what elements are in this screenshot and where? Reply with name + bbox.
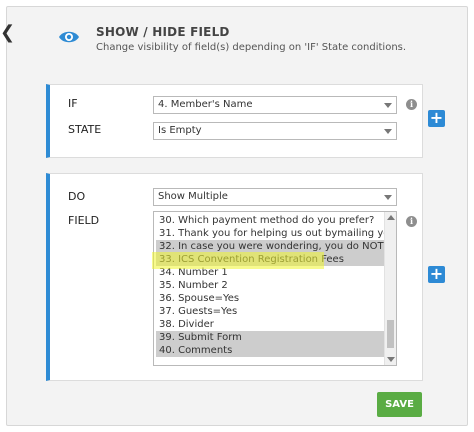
condition-card: IF 4. Member's Name i STATE Is Empty xyxy=(46,84,423,158)
add-action-button[interactable]: + xyxy=(428,266,445,283)
section-header: SHOW / HIDE FIELD Change visibility of f… xyxy=(50,20,450,60)
save-button[interactable]: SAVE xyxy=(377,392,422,417)
field-option[interactable]: 40. Comments xyxy=(156,344,384,357)
field-option[interactable]: 33. ICS Convention Registration Fees xyxy=(156,253,384,266)
field-option[interactable]: 37. Guests=Yes xyxy=(156,305,384,318)
chevron-down-icon xyxy=(384,195,392,200)
field-option[interactable]: 35. Number 2 xyxy=(156,279,384,292)
add-condition-button[interactable]: + xyxy=(428,110,445,127)
info-icon[interactable]: i xyxy=(406,99,417,110)
state-select[interactable]: Is Empty xyxy=(153,122,397,140)
back-chevron-icon[interactable]: ❮ xyxy=(0,22,15,44)
do-action-select[interactable]: Show Multiple xyxy=(153,188,397,206)
eye-icon xyxy=(59,31,79,43)
do-label: DO xyxy=(68,190,86,203)
if-label: IF xyxy=(68,97,78,110)
if-field-select[interactable]: 4. Member's Name xyxy=(153,96,397,114)
page-subtitle: Change visibility of field(s) depending … xyxy=(96,42,407,53)
field-option[interactable]: 34. Number 1 xyxy=(156,266,384,279)
chevron-down-icon xyxy=(384,103,392,108)
do-action-value: Show Multiple xyxy=(158,191,228,202)
field-option[interactable]: 36. Spouse=Yes xyxy=(156,292,384,305)
field-option[interactable]: 32. In case you were wondering, you do N… xyxy=(156,240,384,253)
field-list: 30. Which payment method do you prefer? 3… xyxy=(156,214,384,357)
scrollbar[interactable] xyxy=(384,212,396,365)
state-label: STATE xyxy=(68,123,102,136)
field-option[interactable]: 31. Thank you for helping us out bymaili… xyxy=(156,227,384,240)
chevron-down-icon xyxy=(384,129,392,134)
state-value: Is Empty xyxy=(158,125,202,136)
field-multiselect[interactable]: 30. Which payment method do you prefer? 3… xyxy=(153,211,397,366)
field-option[interactable]: 38. Divider xyxy=(156,318,384,331)
scroll-thumb[interactable] xyxy=(387,320,394,348)
if-field-value: 4. Member's Name xyxy=(158,99,253,110)
scroll-up-icon[interactable] xyxy=(387,215,395,220)
field-option[interactable]: 30. Which payment method do you prefer? xyxy=(156,214,384,227)
field-option[interactable]: 39. Submit Form xyxy=(156,331,384,344)
action-card: DO Show Multiple FIELD 30. Which payment… xyxy=(46,173,423,381)
scroll-down-icon[interactable] xyxy=(387,357,395,362)
info-icon[interactable]: i xyxy=(406,216,417,227)
field-label: FIELD xyxy=(68,214,100,227)
page-title: SHOW / HIDE FIELD xyxy=(96,25,230,39)
